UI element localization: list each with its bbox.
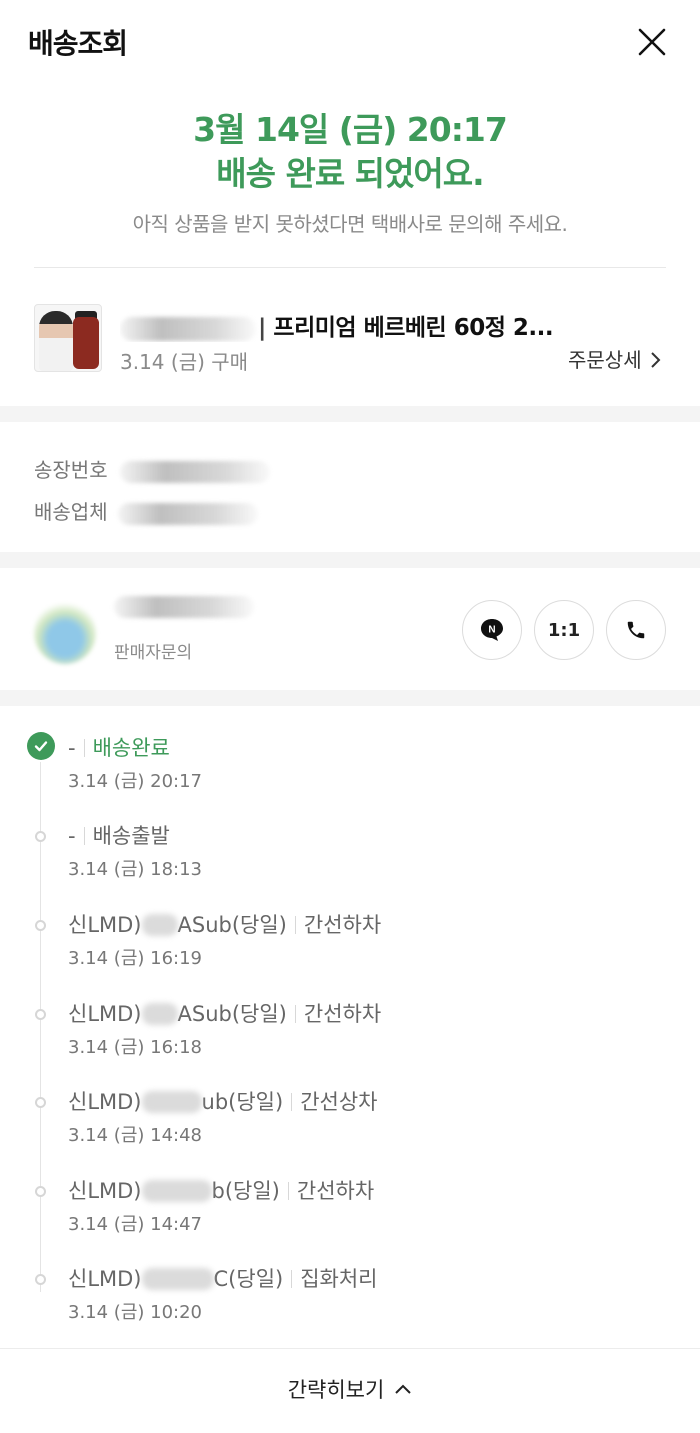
section-gap (0, 552, 700, 568)
timeline-status: 간선하차 (303, 1002, 382, 1026)
phone-icon (627, 621, 645, 639)
timeline-dot (35, 920, 46, 931)
call-button[interactable] (606, 600, 666, 660)
close-icon (638, 28, 666, 56)
timeline-item: - 배송완료 3.14 (금) 20:17 (0, 706, 700, 792)
carrier-label: 배송업체 (34, 500, 108, 524)
timeline-status: 집화처리 (300, 1267, 378, 1291)
timeline-dot (35, 1009, 46, 1020)
purchase-date: 3.14 (금) 구매 (120, 350, 249, 374)
timeline-time: 3.14 (금) 14:47 (68, 1214, 202, 1235)
naver-talk-icon: N (481, 619, 503, 641)
tracking-label: 송장번호 (34, 458, 108, 482)
invoice-info: 송장번호 배송업체 (0, 424, 700, 552)
timeline-time: 3.14 (금) 18:13 (68, 859, 202, 880)
timeline-event: 신LMD) ASub(당일) 간선하차 (68, 909, 381, 939)
seller-logo (34, 602, 96, 664)
timeline-location-suffix: ASub(당일) (177, 913, 287, 937)
order-detail-label: 주문상세 (568, 348, 642, 372)
timeline-item: 신LMD) b(당일) 간선하차 3.14 (금) 14:47 (0, 1149, 700, 1235)
timeline-status: 간선하차 (296, 1179, 375, 1203)
section-gap (0, 690, 700, 706)
timeline-status: 배송완료 (92, 736, 170, 760)
tracking-timeline: - 배송완료 3.14 (금) 20:17 - 배송출발 3.14 (금) 18:1… (0, 706, 700, 1346)
order-detail-link[interactable]: 주문상세 (568, 344, 662, 373)
timeline-time: 3.14 (금) 20:17 (68, 771, 202, 792)
footer: 간략히보기 (0, 1348, 700, 1433)
timeline-location: 신LMD) (68, 913, 142, 937)
timeline-location: 신LMD) (68, 1090, 142, 1114)
page-title: 배송조회 (28, 27, 128, 60)
delivery-status: 3월 14일 (금) 20:17 배송 완료 되었어요. 아직 상품을 받지 못… (0, 108, 700, 237)
product-thumbnail[interactable] (34, 304, 102, 372)
timeline-location: 신LMD) (68, 1267, 142, 1291)
delivery-datetime: 3월 14일 (금) 20:17 (193, 110, 508, 149)
one-to-one-inquiry-button[interactable]: 1:1 (534, 600, 594, 660)
chevron-right-icon (651, 352, 661, 368)
carrier-row: 배송업체 (34, 496, 258, 525)
redacted-brand (120, 316, 256, 341)
timeline-dot (35, 1097, 46, 1108)
close-button[interactable] (632, 22, 672, 62)
timeline-dot (35, 831, 46, 842)
redacted-tracking-number (119, 460, 270, 483)
timeline-event: - 배송완료 (68, 732, 170, 762)
timeline-location: - (68, 736, 76, 760)
section-gap (0, 406, 700, 422)
timeline-location: - (68, 824, 76, 848)
redacted-seller-name (114, 596, 254, 618)
collapse-button[interactable]: 간략히보기 (0, 1349, 700, 1429)
timeline-time: 3.14 (금) 14:48 (68, 1125, 202, 1146)
timeline-item: 신LMD) ASub(당일) 간선하차 3.14 (금) 16:18 (0, 972, 700, 1058)
header: 배송조회 (0, 0, 700, 86)
product-title[interactable]: | 프리미엄 베르베린 60정 2... (120, 308, 580, 342)
timeline-event: 신LMD) b(당일) 간선하차 (68, 1175, 374, 1205)
seller-inquiry-label: 판매자문의 (114, 643, 193, 663)
chevron-up-icon (395, 1384, 412, 1394)
check-icon (27, 732, 55, 760)
timeline-item: 신LMD) ub(당일) 간선상차 3.14 (금) 14:48 (0, 1060, 700, 1146)
timeline-item: 신LMD) ASub(당일) 간선하차 3.14 (금) 16:19 (0, 883, 700, 969)
product-title-text: 프리미엄 베르베린 60정 2... (273, 315, 554, 341)
timeline-location-suffix: ASub(당일) (177, 1002, 287, 1026)
divider (34, 267, 666, 268)
timeline-location: 신LMD) (68, 1002, 142, 1026)
timeline-event: 신LMD) ASub(당일) 간선하차 (68, 998, 381, 1028)
redacted-carrier (117, 502, 258, 525)
seller-section: 판매자문의 N 1:1 (0, 568, 700, 690)
collapse-label: 간략히보기 (287, 1378, 385, 1402)
timeline-status: 배송출발 (92, 824, 170, 848)
svg-text:N: N (488, 625, 495, 636)
timeline-location: 신LMD) (68, 1179, 142, 1203)
timeline-location-suffix: ub(당일) (201, 1090, 284, 1114)
timeline-event: 신LMD) C(당일) 집화처리 (68, 1263, 378, 1293)
seller-name (114, 596, 254, 618)
timeline-location-suffix: b(당일) (211, 1179, 280, 1203)
timeline-dot (35, 1186, 46, 1197)
timeline-location-suffix: C(당일) (213, 1267, 284, 1291)
timeline-item: - 배송출발 3.14 (금) 18:13 (0, 794, 700, 880)
timeline-event: 신LMD) ub(당일) 간선상차 (68, 1086, 377, 1116)
delivery-hint: 아직 상품을 받지 못하셨다면 택배사로 문의해 주세요. (132, 212, 568, 236)
timeline-time: 3.14 (금) 16:19 (68, 948, 202, 969)
timeline-event: - 배송출발 (68, 820, 170, 850)
timeline-status: 간선하차 (303, 913, 382, 937)
timeline-time: 3.14 (금) 16:18 (68, 1037, 202, 1058)
product-summary: | 프리미엄 베르베린 60정 2... 3.14 (금) 구매 주문상세 (0, 290, 700, 400)
tracking-number-row: 송장번호 (34, 454, 270, 483)
talktalk-button[interactable]: N (462, 600, 522, 660)
timeline-status: 간선상차 (300, 1090, 378, 1114)
timeline-dot (35, 1274, 46, 1285)
delivery-message: 배송 완료 되었어요. (216, 154, 484, 193)
timeline-time: 3.14 (금) 10:20 (68, 1302, 202, 1323)
timeline-item: 신LMD) C(당일) 집화처리 3.14 (금) 10:20 (0, 1237, 700, 1323)
